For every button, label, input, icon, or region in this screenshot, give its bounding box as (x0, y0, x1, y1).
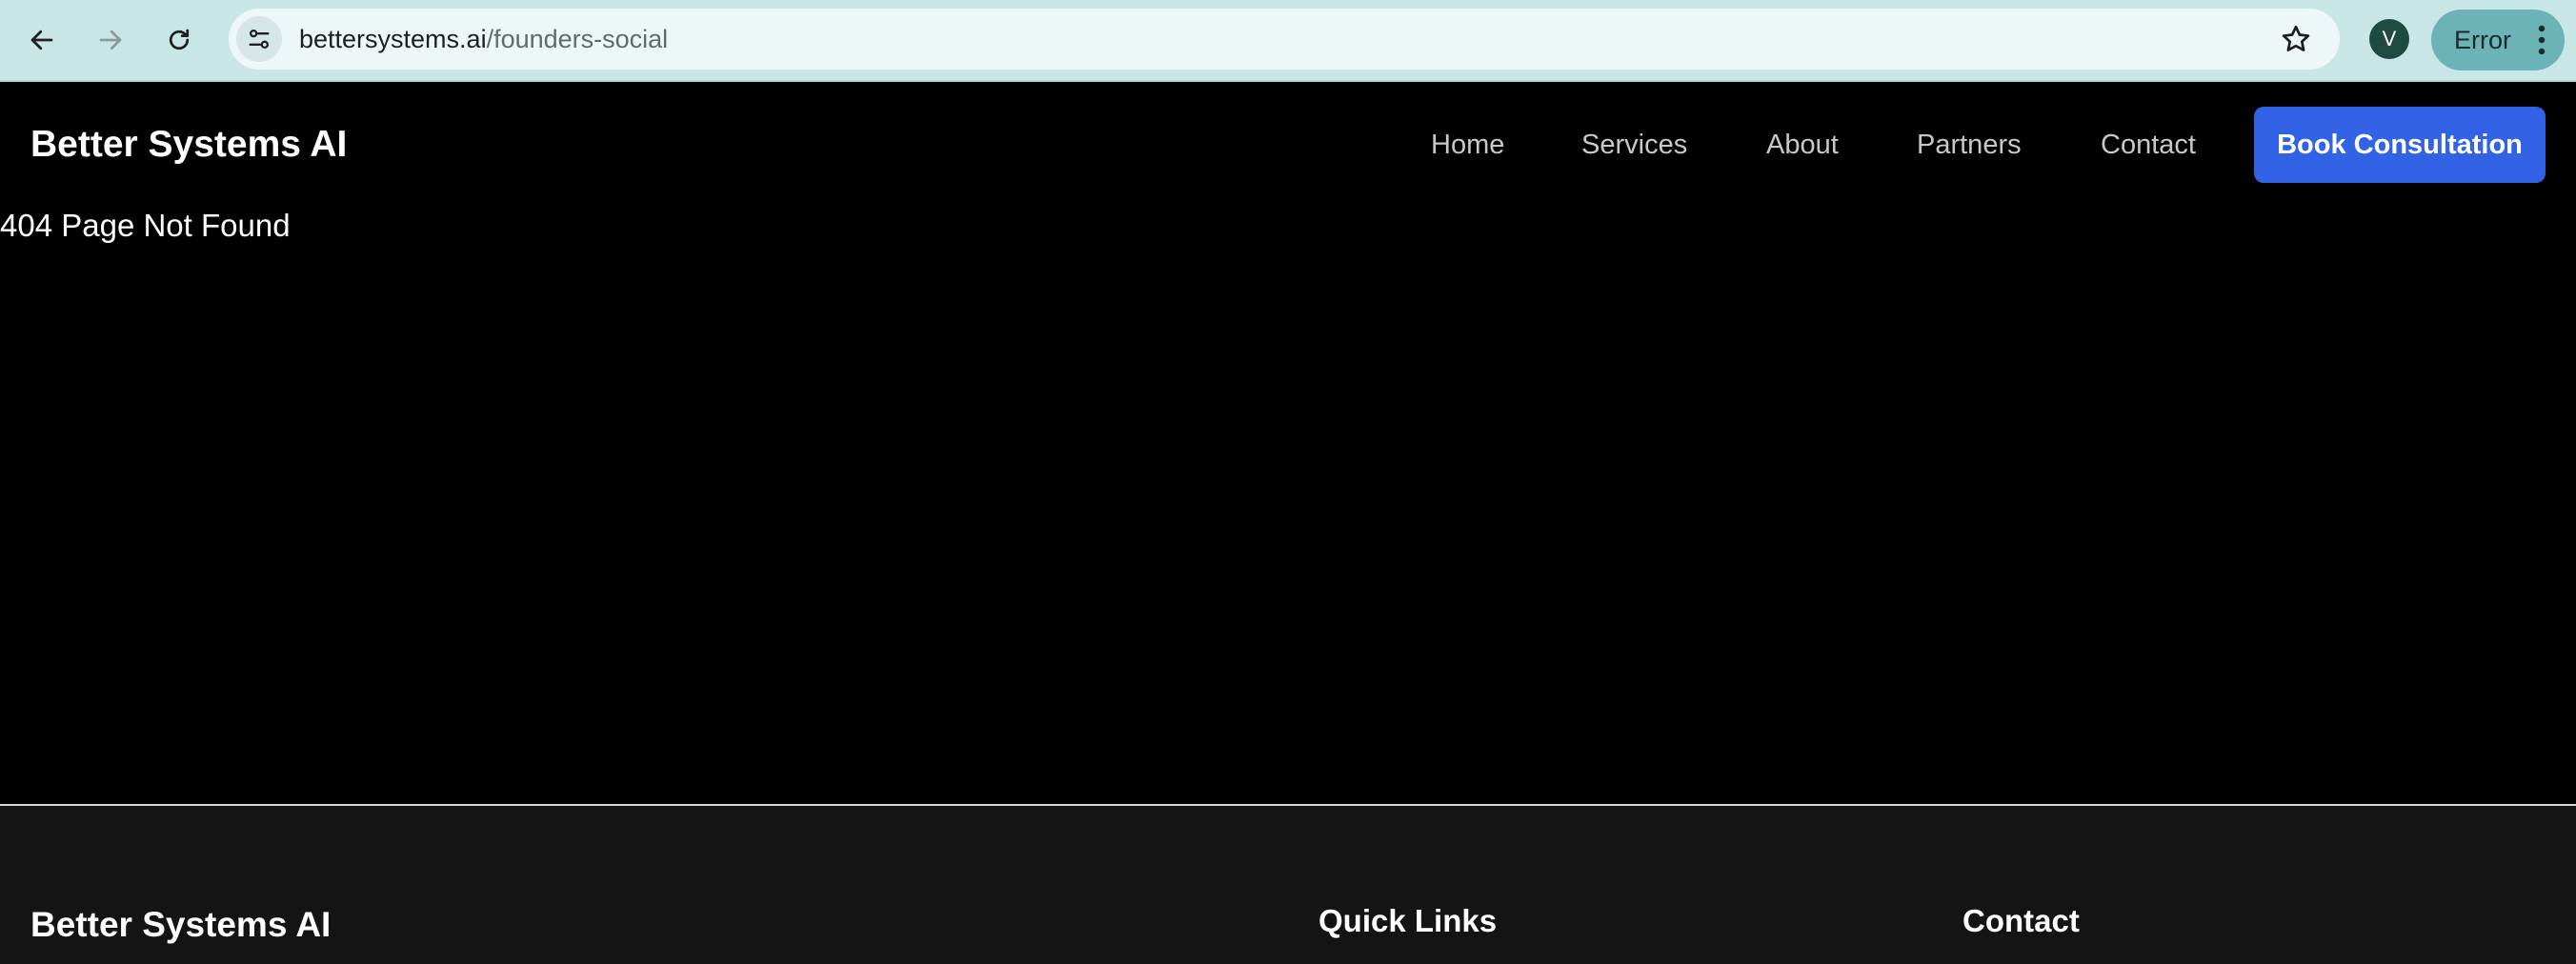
browser-toolbar: bettersystems.ai/founders-social V Error (0, 0, 2576, 82)
url-path: /founders-social (486, 25, 669, 53)
address-bar[interactable]: bettersystems.ai/founders-social (229, 9, 2340, 70)
forward-arrow-icon (99, 30, 122, 50)
profile-avatar[interactable]: V (2369, 19, 2409, 59)
footer-quick-links-heading: Quick Links (1318, 903, 1498, 938)
nav-contact[interactable]: Contact (2101, 84, 2196, 206)
forward-button[interactable] (84, 13, 137, 67)
site-footer: Better Systems AI Quick Links Contact (0, 804, 2576, 964)
bookmark-star-icon[interactable] (2279, 22, 2313, 56)
site-info-button[interactable] (236, 16, 282, 62)
footer-brand: Better Systems AI (30, 905, 332, 944)
nav-about[interactable]: About (1766, 84, 1839, 206)
back-arrow-icon (30, 30, 53, 50)
nav-services[interactable]: Services (1581, 84, 1687, 206)
site-header: Better Systems AI Home Services About Pa… (0, 84, 2576, 206)
url-text[interactable]: bettersystems.ai/founders-social (299, 9, 668, 70)
error-label: Error (2454, 26, 2511, 54)
book-consultation-button[interactable]: Book Consultation (2254, 107, 2546, 183)
url-host: bettersystems.ai (299, 25, 487, 53)
more-vert-icon (2538, 25, 2546, 55)
reload-button[interactable] (152, 13, 206, 67)
not-found-message: 404 Page Not Found (0, 208, 291, 243)
nav-home[interactable]: Home (1431, 84, 1504, 206)
footer-contact-heading: Contact (1962, 903, 2080, 938)
site-logo[interactable]: Better Systems AI (30, 84, 347, 206)
error-menu-button[interactable]: Error (2431, 10, 2565, 70)
site-info-icon (249, 29, 270, 50)
reload-icon (169, 29, 190, 50)
back-button[interactable] (15, 13, 69, 67)
nav-partners[interactable]: Partners (1917, 84, 2022, 206)
